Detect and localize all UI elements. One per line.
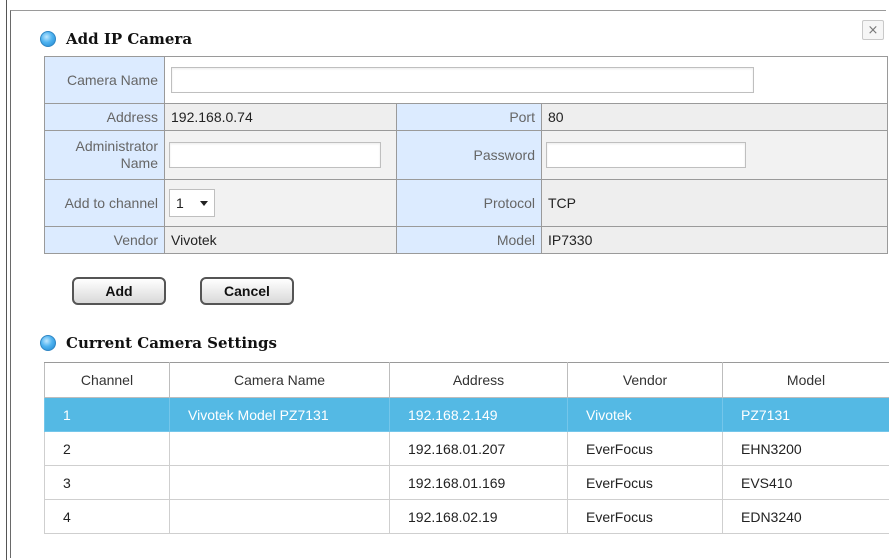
protocol-label: Protocol — [396, 179, 542, 227]
table-row[interactable]: 4 192.168.02.19 EverFocus EDN3240 — [44, 499, 889, 534]
administrator-name-label: Administrator Name — [44, 130, 165, 180]
port-value: 80 — [540, 103, 889, 131]
port-label: Port — [396, 103, 542, 131]
cell-channel: 3 — [44, 465, 170, 500]
form-row-admin: Administrator Name Password — [44, 130, 889, 180]
column-header-channel[interactable]: Channel — [44, 362, 170, 398]
blue-circle-icon — [40, 335, 56, 351]
table-row[interactable]: 2 192.168.01.207 EverFocus EHN3200 — [44, 431, 889, 466]
current-camera-settings-heading: Current Camera Settings — [40, 334, 277, 352]
address-value: 192.168.0.74 — [164, 103, 397, 131]
add-ip-camera-heading: Add IP Camera — [40, 30, 192, 48]
section-title: Current Camera Settings — [66, 334, 277, 352]
vendor-label: Vendor — [44, 226, 165, 254]
cancel-button[interactable]: Cancel — [200, 277, 294, 305]
cell-vendor: Vivotek — [567, 397, 723, 432]
form-row-address: Address 192.168.0.74 Port 80 — [44, 103, 889, 131]
cell-channel: 1 — [44, 397, 170, 432]
column-header-vendor[interactable]: Vendor — [567, 362, 723, 398]
column-header-model[interactable]: Model — [722, 362, 889, 398]
column-header-address[interactable]: Address — [389, 362, 568, 398]
section-title: Add IP Camera — [66, 30, 193, 48]
close-button[interactable]: × — [862, 20, 884, 40]
cell-camera-name — [169, 499, 390, 534]
channel-selected-value: 1 — [176, 195, 184, 211]
cell-channel: 2 — [44, 431, 170, 466]
cell-address: 192.168.01.207 — [389, 431, 568, 466]
close-icon: × — [867, 22, 879, 38]
camera-name-cell — [163, 56, 889, 104]
cell-camera-name — [169, 431, 390, 466]
cell-vendor: EverFocus — [567, 465, 723, 500]
protocol-value: TCP — [540, 179, 889, 227]
channel-cell: 1 — [164, 179, 397, 227]
channel-select[interactable]: 1 — [169, 189, 215, 217]
add-camera-form: Camera Name Address 192.168.0.74 Port 80… — [44, 56, 889, 254]
table-row[interactable]: 1 Vivotek Model PZ7131 192.168.2.149 Viv… — [44, 397, 889, 432]
cell-vendor: EverFocus — [567, 499, 723, 534]
address-label: Address — [44, 103, 165, 131]
cell-camera-name: Vivotek Model PZ7131 — [169, 397, 390, 432]
cell-model: EVS410 — [722, 465, 889, 500]
cell-model: EHN3200 — [722, 431, 889, 466]
table-header-row: Channel Camera Name Address Vendor Model — [44, 362, 889, 398]
cell-model: EDN3240 — [722, 499, 889, 534]
form-row-channel: Add to channel 1 Protocol TCP — [44, 179, 889, 227]
administrator-name-cell — [164, 130, 397, 180]
cell-channel: 4 — [44, 499, 170, 534]
camera-settings-table: Channel Camera Name Address Vendor Model… — [44, 362, 889, 534]
cell-address: 192.168.02.19 — [389, 499, 568, 534]
cell-model: PZ7131 — [722, 397, 889, 432]
administrator-name-input[interactable] — [169, 142, 381, 168]
table-row[interactable]: 3 192.168.01.169 EverFocus EVS410 — [44, 465, 889, 500]
cell-address: 192.168.01.169 — [389, 465, 568, 500]
model-value: IP7330 — [540, 226, 889, 254]
cell-camera-name — [169, 465, 390, 500]
chevron-down-icon — [200, 200, 208, 206]
add-to-channel-label: Add to channel — [44, 179, 165, 227]
column-header-camera-name[interactable]: Camera Name — [169, 362, 390, 398]
camera-name-label: Camera Name — [44, 56, 165, 104]
cell-vendor: EverFocus — [567, 431, 723, 466]
password-cell — [540, 130, 889, 180]
password-label: Password — [396, 130, 542, 180]
add-button[interactable]: Add — [72, 277, 166, 305]
form-row-camera-name: Camera Name — [44, 56, 889, 104]
form-row-vendor: Vendor Vivotek Model IP7330 — [44, 226, 889, 254]
model-label: Model — [396, 226, 542, 254]
password-input[interactable] — [546, 142, 746, 168]
cell-address: 192.168.2.149 — [389, 397, 568, 432]
vendor-value: Vivotek — [164, 226, 397, 254]
blue-circle-icon — [40, 31, 56, 47]
background-window-edge — [0, 0, 10, 560]
camera-name-input[interactable] — [171, 67, 754, 93]
